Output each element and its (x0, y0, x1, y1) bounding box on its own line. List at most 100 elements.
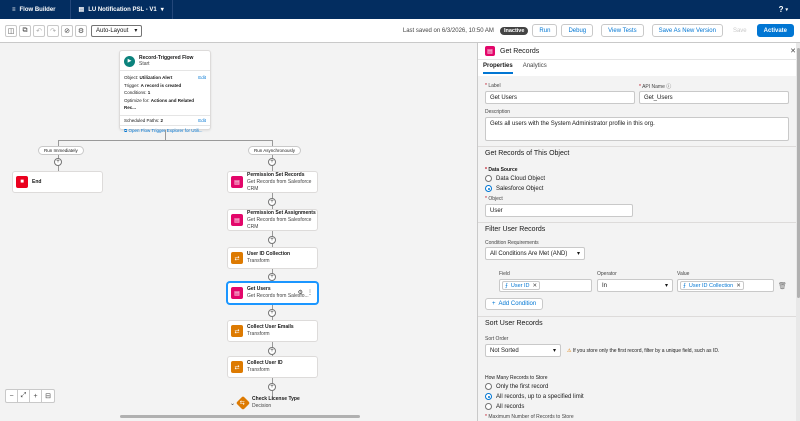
radio-label: Only the first record (496, 383, 549, 390)
radio-label: Data Cloud Object (496, 175, 546, 182)
view-tests-button[interactable]: View Tests (601, 24, 644, 37)
settings-button[interactable]: ⚙ (75, 24, 87, 37)
panel-body: * Label Get Users * API Name ⓘ Get_Users… (478, 76, 796, 421)
chevron-down-icon: ▾ (134, 28, 138, 34)
end-node[interactable]: ■ End (12, 171, 103, 193)
help-icon: ? (778, 5, 784, 14)
info-icon[interactable]: ⓘ (666, 84, 671, 90)
more-actions-icon[interactable]: ⋮ (307, 289, 313, 296)
edit-start-link[interactable]: Edit (198, 74, 206, 82)
save-as-new-version-button[interactable]: Save As New Version (651, 24, 723, 37)
add-element-button[interactable]: + (54, 158, 62, 166)
panel-tabs: Properties Analytics (483, 63, 547, 74)
node-subtitle: Get Records from Salesforce CRM (247, 178, 312, 192)
tab-flow[interactable]: ▤ LU Notification PSL - V1 ▾ (69, 0, 173, 19)
flow-canvas[interactable]: ▶ Record-Triggered Flow Start Object: Ut… (0, 43, 477, 421)
radio-all-with-limit[interactable]: All records, up to a specified limit (485, 393, 584, 400)
chevron-down-icon[interactable]: ⌄ (230, 400, 235, 407)
label-field-label: * Label (485, 83, 501, 89)
tab-analytics[interactable]: Analytics (523, 63, 547, 74)
description-label: Description (485, 109, 511, 115)
node-collect-user-id[interactable]: ⇄ Collect User ID Transform (227, 356, 318, 378)
node-title: Collect User Emails (247, 324, 294, 330)
select-value: In (602, 282, 608, 289)
copy-button[interactable]: ⧉ (19, 24, 31, 37)
save-button[interactable]: Save (726, 24, 753, 37)
document-icon: ▤ (78, 7, 85, 13)
node-check-license-type[interactable]: ⌄ ⇆ Check License Type Decision (227, 392, 318, 414)
divider (478, 146, 796, 147)
add-element-button[interactable]: + (268, 309, 276, 317)
panel-icon: ◫ (7, 27, 15, 35)
description-textarea[interactable]: Gets all users with the System Administr… (485, 117, 789, 141)
field-column-label: Field (499, 271, 510, 277)
radio-data-cloud-object[interactable]: Data Cloud Object (485, 175, 545, 182)
play-icon: ▶ (124, 55, 135, 67)
fit-view-button[interactable]: ⤢ (18, 390, 30, 402)
node-user-id-collection[interactable]: ⇄ User ID Collection Transform (227, 247, 318, 269)
add-element-button[interactable]: + (268, 383, 276, 391)
divider (478, 222, 796, 223)
scheduled-value: 2 (160, 117, 164, 123)
run-button[interactable]: Run (532, 24, 558, 37)
debug-button[interactable]: Debug (561, 24, 594, 37)
delete-icon[interactable]: 🗑 (778, 282, 787, 290)
radio-salesforce-object[interactable]: Salesforce Object (485, 185, 543, 192)
radio-all-records[interactable]: All records (485, 403, 524, 410)
activate-button[interactable]: Activate (756, 24, 794, 37)
add-condition-label: Add Condition (498, 301, 537, 307)
field-pill: ⨍ User ID ✕ (502, 281, 541, 290)
add-element-button[interactable]: + (268, 236, 276, 244)
close-icon[interactable]: ✕ (533, 283, 538, 289)
condition-requirements-label: Condition Requirements (485, 240, 539, 246)
flow-icon: ≡ (12, 6, 16, 13)
horizontal-scrollbar[interactable] (120, 415, 360, 418)
radio-selected-icon (485, 185, 492, 192)
add-condition-button[interactable]: + Add Condition (485, 298, 544, 310)
add-element-button[interactable]: + (268, 198, 276, 206)
node-title: Permission Set Assignments (247, 209, 316, 216)
redo-button[interactable]: ↷ (47, 24, 59, 37)
node-permission-set-records[interactable]: ▤ Permission Set Records Get Records from… (227, 171, 318, 193)
app-launcher[interactable]: ≡ Flow Builder (0, 7, 56, 13)
label-input[interactable]: Get Users (485, 91, 635, 104)
error-check-button[interactable]: ⊘ (61, 24, 73, 37)
zoom-out-button[interactable]: − (6, 390, 18, 402)
condition-requirements-select[interactable]: All Conditions Are Met (AND) ▾ (485, 247, 585, 260)
object-input[interactable]: User (485, 204, 633, 217)
zoom-controls: − ⤢ + ⊟ (5, 389, 55, 403)
sort-order-select[interactable]: Not Sorted ▾ (485, 344, 561, 357)
trigger-value: A record is created (140, 82, 182, 88)
field-input[interactable]: ⨍ User ID ✕ (499, 279, 592, 292)
close-icon[interactable]: ✕ (736, 283, 741, 289)
tab-properties[interactable]: Properties (483, 63, 513, 74)
start-node[interactable]: ▶ Record-Triggered Flow Start Object: Ut… (119, 50, 211, 133)
value-input[interactable]: ⨍ User ID Collection ✕ (677, 279, 774, 292)
node-subtitle: Transform (247, 258, 270, 264)
vertical-scrollbar[interactable] (796, 43, 800, 421)
chevron-down-icon[interactable]: ▾ (161, 6, 164, 13)
settings-icon[interactable]: ⚙ (298, 289, 303, 296)
node-get-users[interactable]: ▤ Get Users Get Records from Salesfo... ⚙… (227, 282, 318, 304)
label-field-text: Label (488, 83, 501, 89)
layout-select[interactable]: Auto-Layout ▾ (91, 24, 143, 37)
zoom-in-button[interactable]: + (30, 390, 42, 402)
pill-text: User ID (510, 282, 530, 289)
help-button[interactable]: ? ▾ (779, 5, 788, 14)
toggle-panel-button[interactable]: ◫ (5, 24, 17, 37)
radio-first-record[interactable]: Only the first record (485, 383, 548, 390)
transform-icon: ⇄ (231, 325, 243, 337)
center-view-button[interactable]: ⊟ (42, 390, 54, 402)
operator-select[interactable]: In ▾ (597, 279, 673, 292)
add-element-button[interactable]: + (268, 347, 276, 355)
object-text: Object (488, 196, 503, 202)
edit-scheduled-link[interactable]: Edit (198, 118, 206, 123)
add-element-button[interactable]: + (268, 273, 276, 281)
node-permission-set-assignments[interactable]: ▤ Permission Set Assignments Get Records … (227, 209, 318, 231)
sort-hint-text: If you store only the first record, filt… (572, 348, 720, 354)
api-name-input[interactable]: Get_Users (639, 91, 789, 104)
add-element-button[interactable]: + (268, 158, 276, 166)
pill-text: User ID Collection (688, 282, 734, 289)
undo-button[interactable]: ↶ (33, 24, 45, 37)
node-collect-user-emails[interactable]: ⇄ Collect User Emails Transform (227, 320, 318, 342)
